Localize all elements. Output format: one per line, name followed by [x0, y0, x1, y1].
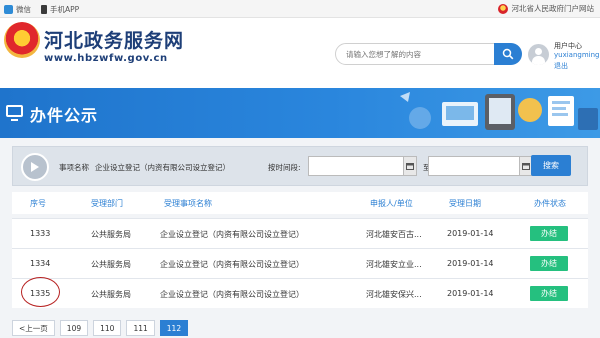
site-emblem-icon	[4, 22, 40, 58]
search-icon	[502, 48, 514, 60]
col-applicant: 申报人/单位	[370, 199, 413, 208]
row-applicant: 河北雄安立业...	[366, 260, 422, 269]
row-department: 公共服务局	[91, 260, 131, 269]
col-seq: 序号	[30, 199, 46, 208]
item-name-label: 事项名称	[59, 163, 89, 172]
row-item: 企业设立登记（内资有限公司设立登记）	[160, 230, 304, 239]
play-icon	[21, 153, 49, 181]
status-badge[interactable]: 办结	[530, 256, 568, 271]
end-date-input[interactable]	[428, 156, 520, 176]
avatar[interactable]	[528, 44, 549, 65]
status-badge[interactable]: 办结	[530, 226, 568, 241]
username: yuxiangming	[554, 51, 600, 59]
start-date-calendar-button[interactable]	[403, 156, 417, 176]
page-link[interactable]: 111	[126, 320, 155, 336]
weibo-icon	[4, 5, 13, 14]
pagination: <上一页 109 110 111 112	[12, 320, 193, 336]
top-links: 微信 手机APP	[4, 4, 89, 15]
start-date-input[interactable]	[308, 156, 404, 176]
page-link[interactable]: 109	[59, 320, 89, 336]
page-link[interactable]: 110	[93, 320, 122, 336]
table-row[interactable]: 1333 公共服务局 企业设立登记（内资有限公司设立登记） 河北雄安百古... …	[12, 218, 588, 248]
page-link-active[interactable]: 112	[159, 320, 189, 336]
row-seq: 1334	[30, 259, 51, 268]
row-applicant: 河北雄安保兴...	[366, 290, 422, 299]
row-department: 公共服务局	[91, 230, 131, 239]
time-range-label: 按时间段:	[268, 163, 301, 172]
site-title: 河北政务服务网	[44, 30, 185, 52]
table-row[interactable]: 1334 公共服务局 企业设立登记（内资有限公司设立登记） 河北雄安立业... …	[12, 248, 588, 278]
site-header: 河北政务服务网 www.hbzwfw.gov.cn 用户中心 yuxiangmi…	[0, 18, 600, 88]
search-button[interactable]	[494, 43, 522, 65]
item-name-value: 企业设立登记（内资有限公司设立登记）	[95, 163, 230, 172]
row-item: 企业设立登记（内资有限公司设立登记）	[160, 290, 304, 299]
user-center-link[interactable]: 用户中心	[554, 41, 582, 51]
monitor-icon	[6, 105, 23, 121]
table-header: 序号 受理部门 受理事项名称 申报人/单位 受理日期 办件状态	[12, 192, 588, 214]
mobile-app-link[interactable]: 手机APP	[41, 4, 79, 15]
national-emblem-icon	[497, 3, 508, 14]
table-row[interactable]: 1335 公共服务局 企业设立登记（内资有限公司设立登记） 河北雄安保兴... …	[12, 278, 588, 308]
mobile-app-label: 手机APP	[50, 5, 80, 14]
search-input[interactable]	[335, 43, 495, 65]
logout-link[interactable]: 退出	[554, 61, 568, 71]
status-badge[interactable]: 办结	[530, 286, 568, 301]
calendar-icon	[406, 163, 414, 170]
gov-portal-label: 河北省人民政府门户网站	[511, 4, 595, 13]
banner-illustration	[400, 92, 598, 130]
row-department: 公共服务局	[91, 290, 131, 299]
row-seq: 1333	[30, 229, 51, 238]
site-url: www.hbzwfw.gov.cn	[44, 53, 168, 64]
col-date: 受理日期	[449, 199, 481, 208]
row-date: 2019-01-14	[447, 229, 494, 238]
hand-drawn-circle-annotation	[21, 277, 60, 307]
weibo-label: 微信	[16, 5, 31, 14]
phone-icon	[41, 5, 47, 14]
col-department: 受理部门	[91, 199, 123, 208]
calendar-icon	[522, 163, 530, 170]
filter-bar: 事项名称 企业设立登记（内资有限公司设立登记） 按时间段: 至： 搜索	[12, 146, 588, 186]
weibo-link[interactable]: 微信	[4, 4, 31, 15]
row-applicant: 河北雄安百古...	[366, 230, 422, 239]
prev-page-button[interactable]: <上一页	[12, 320, 55, 336]
col-status: 办件状态	[534, 199, 566, 208]
page-banner: 办件公示	[0, 88, 600, 138]
filter-search-button[interactable]: 搜索	[531, 155, 571, 176]
row-item: 企业设立登记（内资有限公司设立登记）	[160, 260, 304, 269]
gov-portal-link[interactable]: 河北省人民政府门户网站	[497, 3, 595, 14]
top-bar: 微信 手机APP 河北省人民政府门户网站	[0, 0, 600, 18]
row-date: 2019-01-14	[447, 289, 494, 298]
col-item: 受理事项名称	[164, 199, 212, 208]
row-date: 2019-01-14	[447, 259, 494, 268]
page-title: 办件公示	[30, 106, 99, 125]
